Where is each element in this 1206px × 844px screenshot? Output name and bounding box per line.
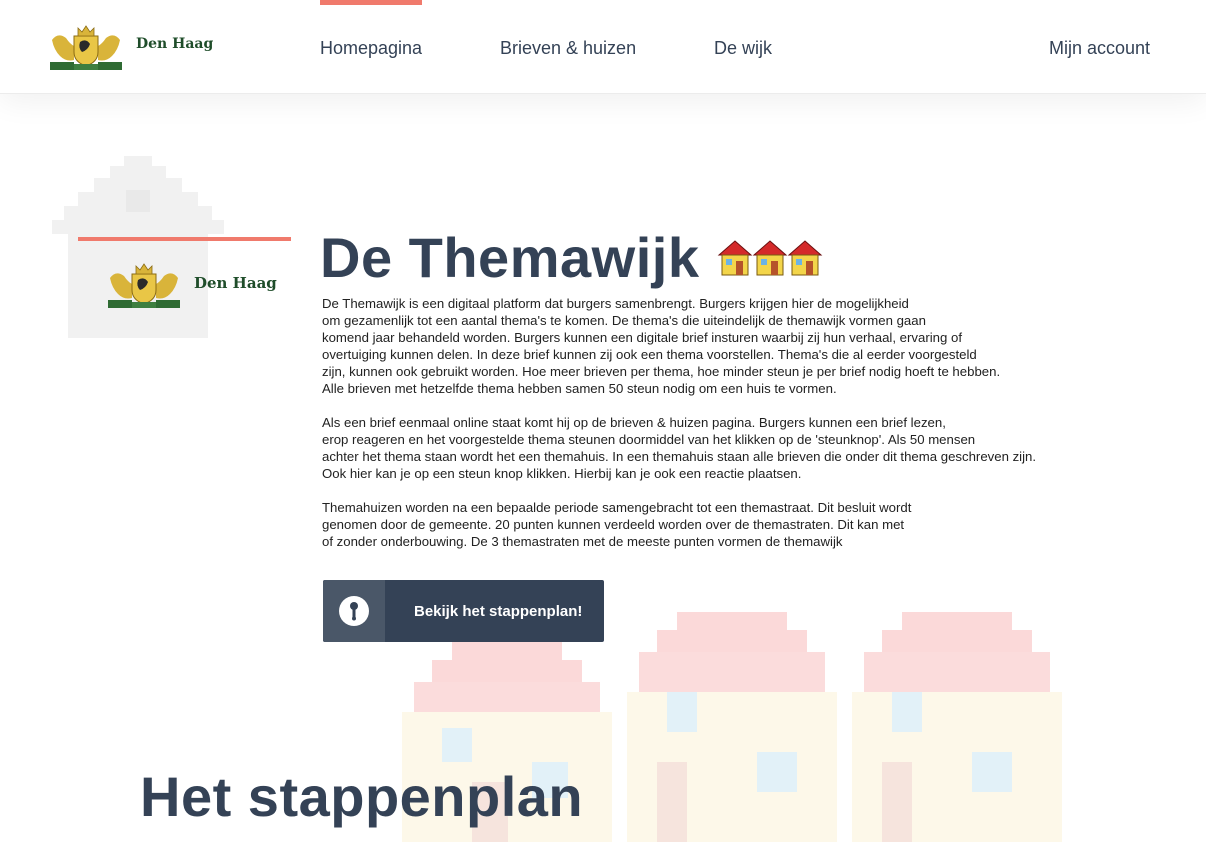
brand-name: Den Haag	[136, 36, 214, 52]
side-brand-name: Den Haag	[194, 274, 277, 292]
intro-paragraph-1: De Themawijk is een digitaal platform da…	[322, 296, 1001, 396]
title-row: De Themawijk	[320, 225, 1110, 291]
three-houses-icon	[717, 239, 823, 277]
top-navigation: Den Haag Homepagina Brieven & huizen De …	[0, 0, 1206, 94]
accent-rule	[78, 237, 291, 241]
section-title-stappenplan: Het stappenplan	[140, 765, 584, 828]
cta-label: Bekijk het stappenplan!	[414, 602, 583, 620]
account-link[interactable]: Mijn account	[1049, 38, 1150, 59]
nav-homepagina[interactable]: Homepagina	[320, 0, 423, 59]
cta-icon-box	[323, 580, 385, 642]
view-stappenplan-button[interactable]: Bekijk het stappenplan!	[323, 580, 604, 642]
info-icon	[339, 596, 369, 626]
nav-brieven-huizen[interactable]: Brieven & huizen	[500, 38, 636, 59]
den-haag-crest-icon	[50, 25, 122, 70]
den-haag-crest-icon	[108, 263, 180, 308]
page-title: De Themawijk	[320, 226, 700, 289]
main-content: De Themawijk De Themawijk is een digitaa…	[320, 225, 1110, 550]
side-logo-card: Den Haag	[78, 237, 291, 312]
brand-logo[interactable]: Den Haag	[48, 22, 213, 74]
intro-paragraph-3: Themahuizen worden na een bepaalde perio…	[322, 500, 912, 549]
nav-de-wijk[interactable]: De wijk	[714, 38, 772, 59]
intro-paragraph-2: Als een brief eenmaal online staat komt …	[322, 415, 1037, 481]
